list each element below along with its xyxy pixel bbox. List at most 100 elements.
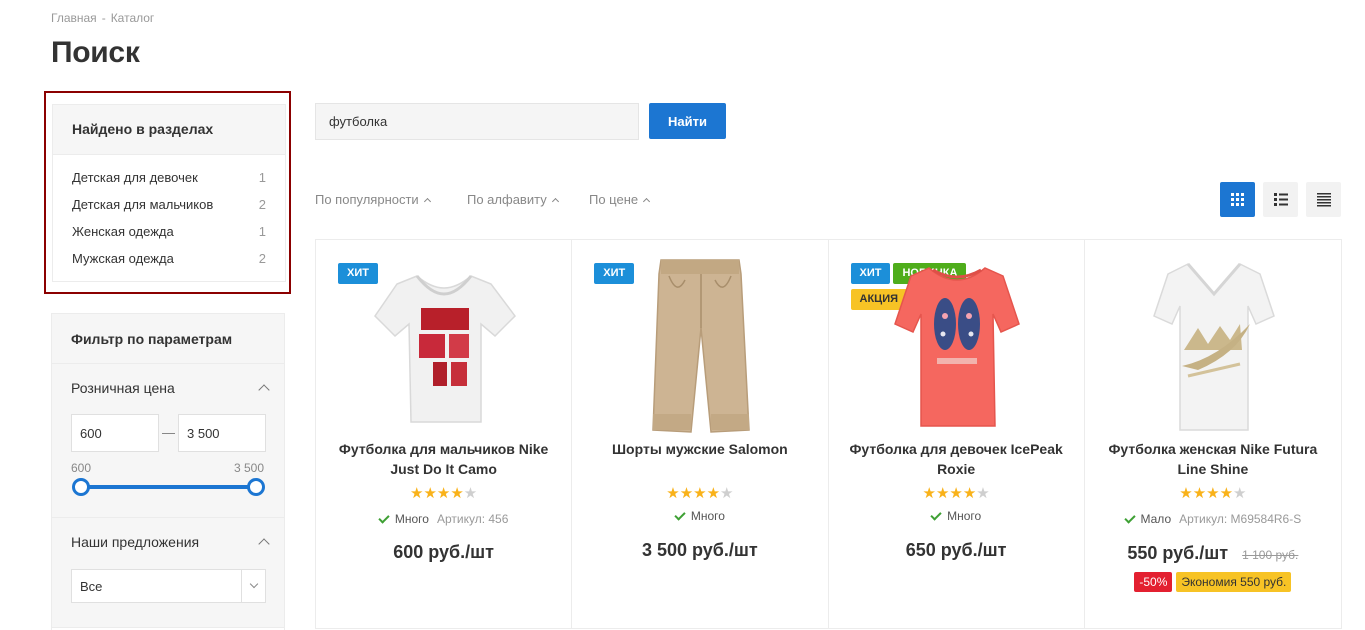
- article-number: Артикул: 456: [436, 512, 509, 526]
- list-view-icon: [1273, 193, 1288, 206]
- sort-label[interactable]: По алфавиту: [467, 192, 547, 207]
- offers-filter-title[interactable]: Наши предложения: [71, 534, 199, 550]
- product-image-tshirt-women[interactable]: [1128, 254, 1298, 434]
- breadcrumb-home[interactable]: Главная: [51, 11, 97, 25]
- check-icon: [1123, 512, 1136, 524]
- view-tiles-button[interactable]: [1220, 182, 1255, 217]
- table-view-icon: [1316, 192, 1331, 206]
- product-card[interactable]: Футболка женская Nike Futura Line Shine …: [1085, 240, 1341, 628]
- sort-price[interactable]: По цене: [589, 192, 651, 207]
- chevron-down-icon[interactable]: [241, 570, 265, 602]
- sort-label[interactable]: По популярности: [315, 192, 419, 207]
- section-count: 1: [258, 224, 266, 239]
- offers-select-value: Все: [80, 579, 103, 594]
- product-name[interactable]: Шорты мужские Salomon: [586, 439, 813, 459]
- found-sections-title: Найдено в разделах: [53, 105, 285, 155]
- product-card[interactable]: ХИТ Шорты мужские Salomon ★★★★★ Много 3 …: [572, 240, 829, 628]
- star-icon: ★: [450, 485, 464, 502]
- product-image-tshirt-boys[interactable]: [359, 254, 529, 434]
- star-icon: ★: [1233, 485, 1247, 502]
- price-slider-min-handle[interactable]: [72, 478, 90, 496]
- star-icon: ★: [935, 485, 950, 502]
- price-max-label: 3 500: [233, 461, 264, 475]
- view-list-button[interactable]: [1263, 182, 1298, 217]
- section-link-girls[interactable]: Детская для девочек 1: [72, 170, 266, 197]
- product-name[interactable]: Футболка женская Nike Futura Line Shine: [1099, 439, 1327, 479]
- star-icon: ★: [1192, 485, 1207, 502]
- check-icon: [674, 509, 686, 521]
- stock-status: Мало: [1140, 512, 1172, 526]
- article-number: Артикул: M69584R6-S: [1179, 512, 1302, 526]
- price-min-label: 600: [71, 461, 92, 475]
- product-name[interactable]: Футболка для мальчиков Nike Just Do It C…: [330, 439, 557, 479]
- breadcrumb-separator: -: [101, 11, 106, 25]
- section-count: 2: [258, 197, 266, 212]
- stock-status: Много: [690, 509, 725, 523]
- star-icon: ★: [720, 485, 734, 502]
- section-link-women[interactable]: Женская одежда 1: [72, 224, 266, 251]
- star-icon: ★: [962, 485, 977, 502]
- price-from-input[interactable]: 600: [71, 414, 159, 452]
- chevron-up-icon[interactable]: [258, 384, 270, 396]
- star-icon: ★: [1179, 485, 1193, 502]
- product-price: 3 500 руб./шт: [641, 540, 758, 560]
- star-icon: ★: [463, 485, 478, 502]
- section-count: 2: [258, 251, 266, 266]
- offers-filter-section: Наши предложения Все: [52, 518, 284, 628]
- found-sections-highlight: Найдено в разделах Детская для девочек 1…: [44, 91, 291, 294]
- star-icon: ★: [1219, 485, 1234, 502]
- stock-info: Много Артикул: 456: [316, 512, 571, 526]
- product-price: 650 руб./шт: [905, 540, 1007, 560]
- price-filter-section: Розничная цена 600 — 3 500 600 3 500: [52, 364, 284, 518]
- section-label[interactable]: Детская для мальчиков: [72, 197, 213, 224]
- found-sections-panel: Найдено в разделах Детская для девочек 1…: [52, 104, 286, 282]
- product-image-shorts[interactable]: [615, 254, 785, 434]
- price-slider-track[interactable]: [80, 485, 256, 489]
- star-icon: ★: [693, 485, 707, 502]
- stock-status: Много: [947, 509, 982, 523]
- product-image-tshirt-girls[interactable]: [871, 254, 1041, 434]
- filter-title: Фильтр по параметрам: [52, 314, 284, 364]
- section-count: 1: [258, 170, 266, 185]
- price-slider-max-handle[interactable]: [247, 478, 265, 496]
- view-table-button[interactable]: [1306, 182, 1341, 217]
- product-price: 550 руб./шт: [1127, 543, 1229, 563]
- section-label[interactable]: Мужская одежда: [72, 251, 174, 278]
- breadcrumb-catalog[interactable]: Каталог: [111, 11, 155, 25]
- breadcrumb: Главная - Каталог: [51, 11, 154, 25]
- sort-popularity[interactable]: По популярности: [315, 192, 431, 207]
- price-filter-title[interactable]: Розничная цена: [71, 380, 175, 396]
- rating-stars: ★★★★★: [829, 484, 1084, 502]
- savings-badge: Экономия 550 руб.: [1176, 572, 1292, 592]
- sort-alphabet[interactable]: По алфавиту: [467, 192, 559, 207]
- section-link-boys[interactable]: Детская для мальчиков 2: [72, 197, 266, 224]
- section-label[interactable]: Детская для девочек: [72, 170, 198, 197]
- section-link-men[interactable]: Мужская одежда 2: [72, 251, 266, 278]
- page-title: Поиск: [51, 36, 140, 69]
- chevron-up-icon[interactable]: [258, 538, 270, 550]
- search-input[interactable]: [315, 103, 639, 140]
- stock-info: Много: [572, 509, 827, 523]
- product-grid: ХИТ Футболка для мальчиков Nike Just Do …: [315, 239, 1342, 629]
- product-name[interactable]: Футболка для девочек IcePeak Roxie: [843, 439, 1070, 479]
- product-card[interactable]: ХИТ Футболка для мальчиков Nike Just Do …: [316, 240, 573, 628]
- sort-label[interactable]: По цене: [589, 192, 638, 207]
- star-icon: ★: [922, 485, 936, 502]
- caret-up-icon: [551, 197, 559, 206]
- star-icon: ★: [409, 485, 424, 502]
- offers-select[interactable]: Все: [71, 569, 266, 603]
- star-icon: ★: [1206, 485, 1220, 502]
- star-icon: ★: [436, 485, 451, 502]
- star-icon: ★: [666, 485, 680, 502]
- filter-panel: Фильтр по параметрам Розничная цена 600 …: [51, 313, 285, 630]
- section-label[interactable]: Женская одежда: [72, 224, 174, 251]
- rating-stars: ★★★★★: [316, 484, 571, 502]
- product-card[interactable]: ХИТ НОВИНКА АКЦИЯ Футболка для девочек I…: [829, 240, 1085, 628]
- caret-up-icon: [423, 197, 431, 206]
- price-to-input[interactable]: 3 500: [178, 414, 266, 452]
- stock-status: Много: [394, 512, 429, 526]
- star-icon: ★: [706, 485, 721, 502]
- discount-badge: -50%: [1134, 572, 1173, 592]
- caret-up-icon: [643, 197, 651, 206]
- search-button[interactable]: Найти: [649, 103, 726, 139]
